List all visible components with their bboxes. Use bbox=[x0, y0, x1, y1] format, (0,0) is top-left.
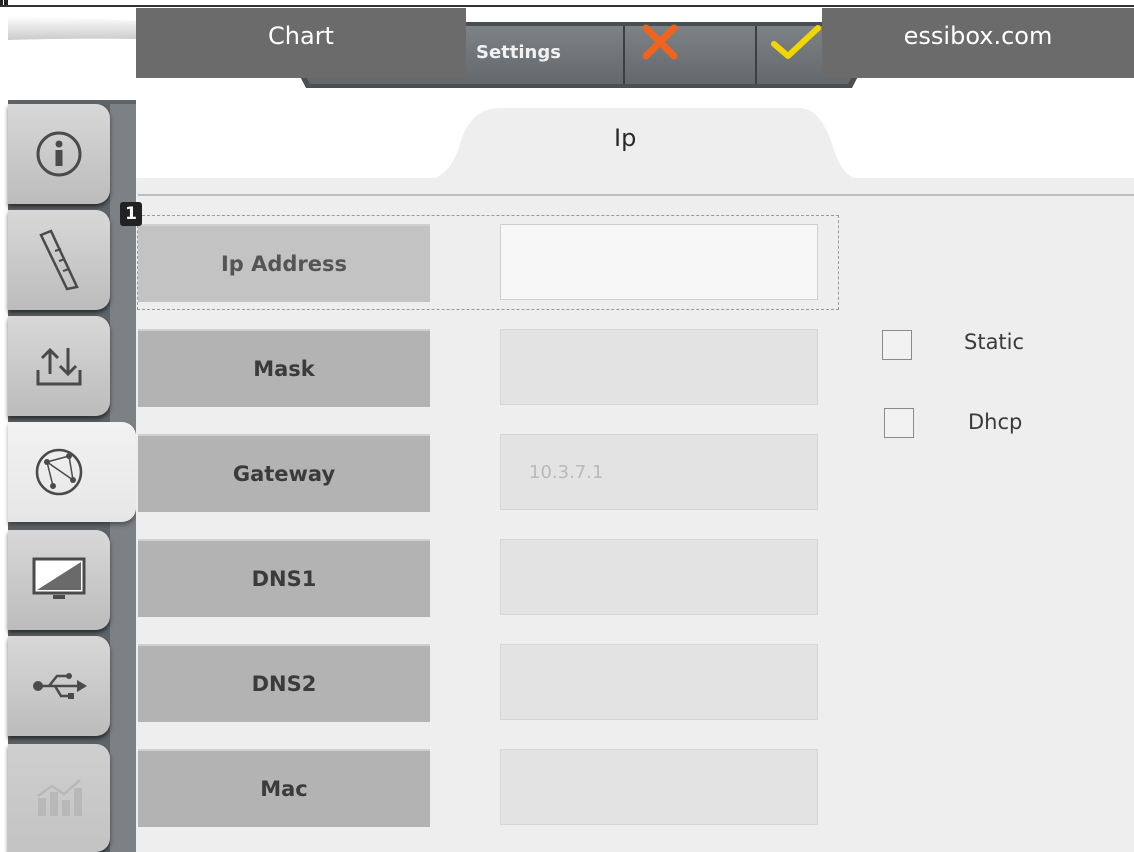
mac-label: Mac bbox=[138, 749, 430, 827]
close-icon bbox=[642, 24, 678, 60]
tab-ip[interactable] bbox=[420, 104, 860, 184]
tab-chart[interactable]: Chart bbox=[136, 8, 466, 78]
focus-badge: 1 bbox=[120, 202, 142, 226]
gateway-label: Gateway bbox=[138, 434, 430, 512]
panel-top-divider bbox=[138, 194, 1134, 196]
dns2-input[interactable] bbox=[500, 644, 818, 720]
mac-input[interactable] bbox=[500, 749, 818, 825]
usb-icon bbox=[33, 673, 87, 699]
upload-download-icon bbox=[36, 347, 82, 386]
mask-label: Mask bbox=[138, 329, 430, 407]
ruler-icon bbox=[39, 229, 79, 291]
tab-ip-label: Ip bbox=[614, 124, 637, 152]
check-icon bbox=[771, 25, 821, 59]
sidebar-item-transfer[interactable] bbox=[8, 316, 110, 416]
dns1-label: DNS1 bbox=[138, 539, 430, 617]
sidebar-item-measure[interactable] bbox=[8, 210, 110, 310]
sidebar-item-info[interactable] bbox=[8, 104, 110, 204]
settings-title: Settings bbox=[476, 42, 561, 63]
info-icon bbox=[36, 131, 82, 177]
gateway-input[interactable]: 10.3.7.1 bbox=[500, 434, 818, 510]
network-globe-icon bbox=[35, 448, 83, 496]
display-icon bbox=[32, 557, 86, 599]
cancel-button[interactable] bbox=[640, 22, 744, 84]
mask-input[interactable] bbox=[500, 329, 818, 405]
chart-icon bbox=[37, 779, 82, 816]
tab-essibox[interactable]: essibox.com bbox=[822, 8, 1134, 78]
sidebar-item-network[interactable] bbox=[8, 422, 136, 522]
sidebar-item-statistics bbox=[8, 744, 110, 852]
static-label: Static bbox=[964, 330, 1025, 354]
dhcp-label: Dhcp bbox=[968, 410, 1023, 434]
sidebar-item-usb[interactable] bbox=[8, 636, 110, 736]
tab-essibox-label: essibox.com bbox=[903, 22, 1053, 50]
dns2-label: DNS2 bbox=[138, 644, 430, 722]
focus-indicator bbox=[137, 215, 839, 310]
dns1-input[interactable] bbox=[500, 539, 818, 615]
sidebar-item-display[interactable] bbox=[8, 530, 110, 630]
dhcp-checkbox[interactable] bbox=[884, 408, 914, 438]
static-checkbox[interactable] bbox=[882, 330, 912, 360]
tab-chart-label: Chart bbox=[268, 22, 334, 50]
